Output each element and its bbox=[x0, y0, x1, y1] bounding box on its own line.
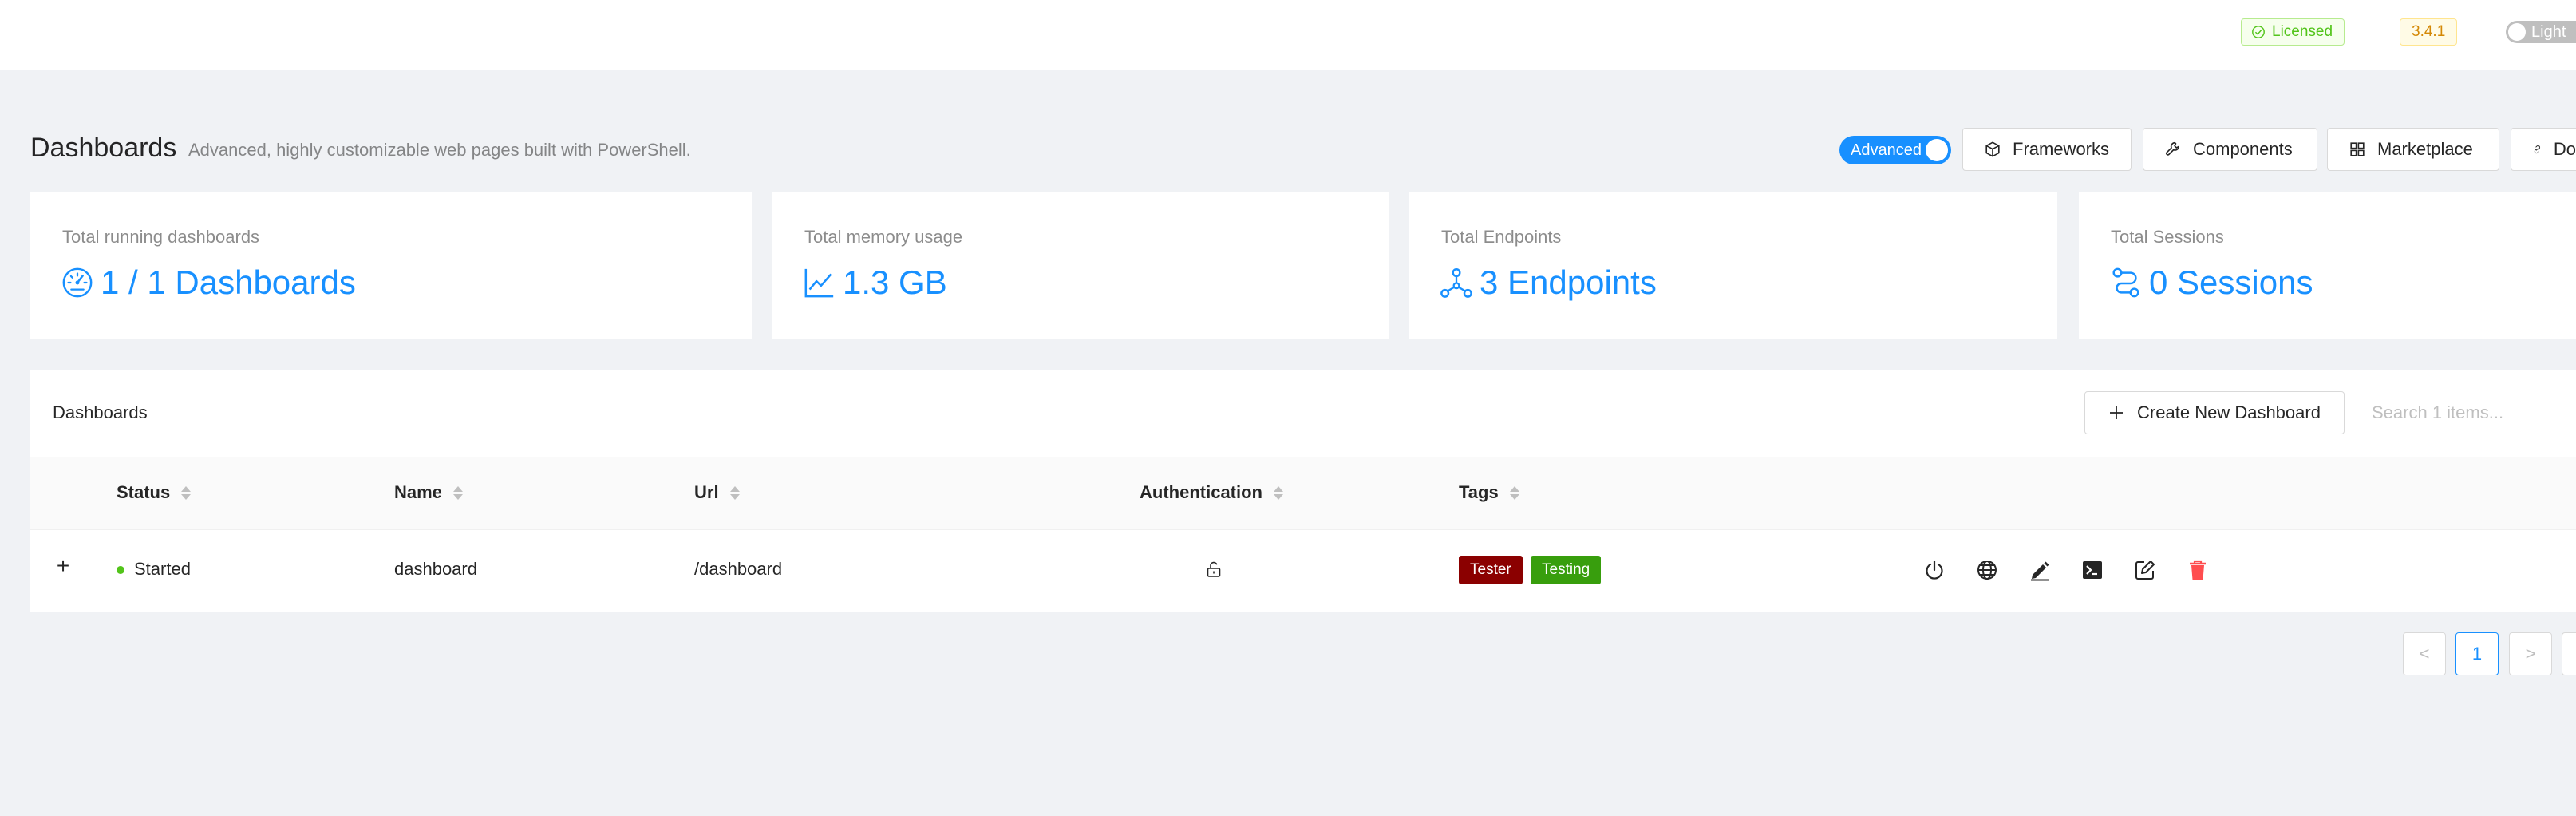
dashboard-gauge-icon bbox=[62, 267, 93, 298]
column-label: Name bbox=[394, 482, 442, 502]
stat-card-dashboards: Total running dashboards 1 / 1 Dashboard… bbox=[30, 192, 752, 339]
docs-label: Do bbox=[2553, 139, 2576, 159]
name-cell: dashboard bbox=[394, 559, 477, 579]
expand-row-button[interactable]: + bbox=[51, 553, 75, 578]
column-label: Status bbox=[117, 482, 171, 502]
form-edit-icon bbox=[2135, 561, 2155, 580]
column-label: Tags bbox=[1459, 482, 1499, 502]
stat-title: Total memory usage bbox=[804, 227, 963, 247]
advanced-label: Advanced bbox=[1851, 141, 1922, 159]
column-label: Authentication bbox=[1140, 482, 1262, 502]
stat-card-sessions: Total Sessions 0 Sessions bbox=[2079, 192, 2576, 339]
sort-icon bbox=[181, 485, 192, 500]
column-label: Url bbox=[694, 482, 719, 502]
table-title: Dashboards bbox=[53, 402, 148, 422]
stat-value: 1 / 1 Dashboards bbox=[101, 263, 356, 301]
status-text: Started bbox=[134, 559, 191, 579]
deployment-unit-icon bbox=[1440, 268, 1472, 298]
edit-dashboard-button[interactable] bbox=[2027, 557, 2053, 583]
cube-icon bbox=[1985, 141, 2000, 157]
advanced-toggle[interactable]: Advanced bbox=[1839, 136, 1951, 164]
unlock-icon bbox=[1205, 561, 1223, 583]
create-dashboard-button[interactable]: Create New Dashboard bbox=[2084, 391, 2345, 434]
dashboards-table-panel: Dashboards Create New Dashboard Status N… bbox=[30, 370, 2576, 612]
globe-icon bbox=[1977, 561, 1997, 580]
theme-label: Light bbox=[2531, 22, 2566, 41]
frameworks-label: Frameworks bbox=[2013, 139, 2110, 159]
line-chart-icon bbox=[804, 268, 834, 298]
column-url[interactable]: Url bbox=[694, 482, 740, 503]
licensed-label: Licensed bbox=[2272, 23, 2333, 40]
stat-value: 0 Sessions bbox=[2149, 263, 2313, 301]
stat-card-memory: Total memory usage 1.3 GB bbox=[772, 192, 1389, 339]
table-row: + Started dashboard /dashboard Tester Te… bbox=[30, 530, 2576, 610]
create-dashboard-label: Create New Dashboard bbox=[2137, 402, 2321, 422]
components-button[interactable]: Components bbox=[2143, 128, 2317, 171]
power-icon bbox=[1926, 560, 1943, 580]
column-status[interactable]: Status bbox=[117, 482, 192, 503]
stop-dashboard-button[interactable] bbox=[1922, 557, 1947, 583]
pagination-prev-button[interactable]: < bbox=[2403, 632, 2446, 675]
frameworks-button[interactable]: Frameworks bbox=[1962, 128, 2132, 171]
trash-icon bbox=[2190, 560, 2206, 580]
edit-settings-button[interactable] bbox=[2132, 557, 2158, 583]
tool-icon bbox=[2166, 141, 2179, 156]
theme-toggle-knob bbox=[2508, 23, 2526, 41]
marketplace-button[interactable]: Marketplace bbox=[2327, 128, 2499, 171]
stat-title: Total running dashboards bbox=[62, 227, 260, 247]
marketplace-label: Marketplace bbox=[2377, 139, 2473, 159]
stat-card-endpoints: Total Endpoints 3 Endpoints bbox=[1409, 192, 2057, 339]
sort-icon bbox=[452, 485, 463, 500]
docs-button[interactable]: Do bbox=[2511, 128, 2576, 171]
page-title: Dashboards bbox=[30, 133, 177, 163]
top-header: Licensed 3.4.1 Light bbox=[0, 0, 2576, 70]
search-input[interactable] bbox=[2369, 391, 2576, 434]
stat-title: Total Sessions bbox=[2111, 227, 2224, 247]
console-button[interactable] bbox=[2080, 557, 2105, 583]
delete-dashboard-button[interactable] bbox=[2185, 557, 2211, 583]
stat-title: Total Endpoints bbox=[1441, 227, 1562, 247]
plus-icon bbox=[2110, 406, 2124, 419]
stat-value: 3 Endpoints bbox=[1480, 263, 1657, 301]
status-dot bbox=[117, 566, 124, 575]
column-authentication[interactable]: Authentication bbox=[1140, 482, 1283, 503]
page-subtitle: Advanced, highly customizable web pages … bbox=[188, 140, 691, 160]
column-tags[interactable]: Tags bbox=[1459, 482, 1519, 503]
column-name[interactable]: Name bbox=[394, 482, 463, 503]
advanced-toggle-knob bbox=[1926, 139, 1948, 161]
components-label: Components bbox=[2193, 139, 2293, 159]
sessions-icon bbox=[2112, 267, 2139, 298]
status-cell: Started bbox=[117, 559, 191, 580]
table-header: Status Name Url Authentication Tags bbox=[30, 457, 2576, 530]
pagination-size-changer[interactable] bbox=[2562, 632, 2576, 675]
pagination-next-button[interactable]: > bbox=[2509, 632, 2552, 675]
appstore-icon bbox=[2350, 142, 2365, 156]
sort-icon bbox=[729, 485, 740, 500]
version-badge: 3.4.1 bbox=[2400, 18, 2458, 46]
tag-badge: Tester bbox=[1459, 556, 1523, 584]
sort-icon bbox=[1274, 485, 1283, 500]
link-icon bbox=[2534, 145, 2541, 154]
terminal-icon bbox=[2083, 561, 2102, 579]
stat-value: 1.3 GB bbox=[843, 263, 947, 301]
url-cell: /dashboard bbox=[694, 559, 783, 579]
pagination-page-1[interactable]: 1 bbox=[2455, 632, 2499, 675]
sort-icon bbox=[1509, 485, 1519, 500]
theme-toggle[interactable]: Light bbox=[2506, 21, 2576, 43]
licensed-badge: Licensed bbox=[2241, 18, 2345, 46]
open-dashboard-button[interactable] bbox=[1974, 557, 2000, 583]
pencil-icon bbox=[2031, 561, 2049, 581]
tag-badge: Testing bbox=[1531, 556, 1602, 584]
check-circle-icon bbox=[2252, 26, 2265, 38]
